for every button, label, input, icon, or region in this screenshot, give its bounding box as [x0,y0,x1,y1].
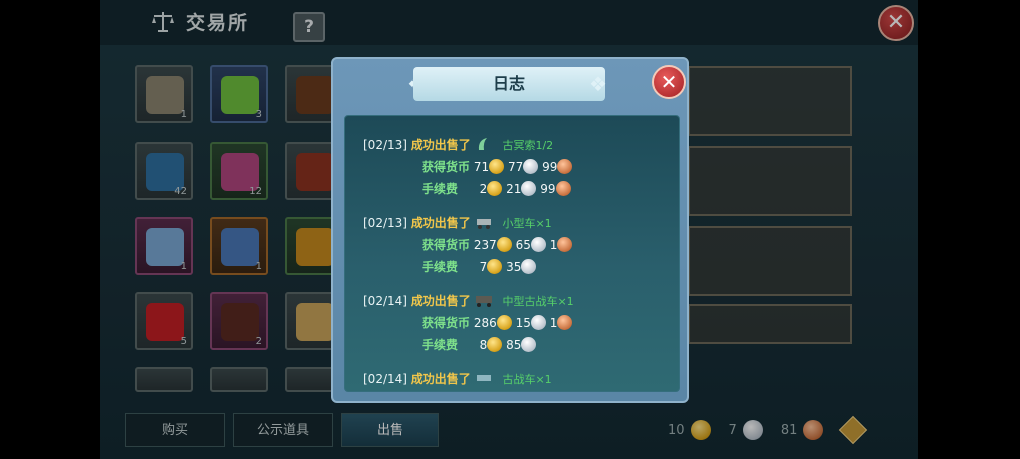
dialog-title: 日志 [413,67,605,101]
earned-copper: 1 [549,316,558,330]
log-item-name: 小型车×1 [502,217,552,230]
earned-silver: 65 [515,238,531,252]
cart-item-icon [476,219,491,229]
earned-gold: 286 [473,316,497,330]
log-entry-header: [02/14] 成功出售了 古战车×1 [363,368,663,390]
silver-coin-icon [530,237,546,252]
log-date: [02/13] [363,138,407,152]
wagon-item-icon [475,296,492,307]
log-entry: [02/14] 成功出售了 中型古战车×1 获得货币 286 15 1 手续费 … [363,290,663,356]
copper-coin-icon [557,237,573,252]
earned-copper: 1 [549,238,558,252]
log-dialog: ❖ 日志 ❖ ✕ [02/13] 成功出售了 古冥索1/2 获得货币 71 77… [331,57,689,403]
log-list[interactable]: [02/13] 成功出售了 古冥索1/2 获得货币 71 77 99 手续费 2… [344,115,680,392]
copper-coin-icon [557,315,573,330]
sickle-item-icon [478,138,487,150]
silver-coin-icon [523,159,539,174]
log-earned: 获得货币 237 65 1 [363,234,663,256]
fee-silver: 21 [506,182,522,196]
log-fee: 手续费 8 85 [363,334,663,356]
log-fee: 手续费 2 21 99 [363,178,663,200]
log-action: 成功出售了 [410,216,471,230]
silver-coin-icon [521,259,537,274]
log-entry-header: [02/13] 成功出售了 小型车×1 [363,212,663,234]
log-entry: [02/13] 成功出售了 古冥索1/2 获得货币 71 77 99 手续费 2… [363,134,663,200]
log-item-name: 古战车×1 [502,373,552,386]
log-entry: [02/13] 成功出售了 小型车×1 获得货币 237 65 1 手续费 7 … [363,212,663,278]
log-earned: 获得货币 71 77 99 [363,156,663,178]
fee-gold: 7 [479,260,488,274]
earned-copper: 99 [542,160,558,174]
silver-coin-icon [521,337,537,352]
fee-label: 手续费 [422,338,459,352]
log-date: [02/14] [363,294,407,308]
log-date: [02/14] [363,372,407,386]
earned-gold: 71 [473,160,490,174]
fee-gold: 8 [479,338,488,352]
log-action: 成功出售了 [410,138,471,152]
fee-copper: 99 [540,182,556,196]
gold-coin-icon [487,181,503,196]
log-action: 成功出售了 [410,372,471,386]
log-action: 成功出售了 [410,294,471,308]
log-fee: 手续费 7 35 [363,256,663,278]
earned-label: 获得货币 [422,238,471,252]
silver-coin-icon [521,181,537,196]
fee-silver: 85 [506,338,522,352]
fee-silver: 35 [506,260,522,274]
earned-silver: 77 [507,160,524,174]
gold-coin-icon [496,237,512,252]
log-item-name: 中型古战车×1 [502,295,574,308]
log-entry-header: [02/14] 成功出售了 中型古战车×1 [363,290,663,312]
earned-label: 获得货币 [422,160,471,174]
ornament-right-icon: ❖ [589,72,607,96]
earned-gold: 237 [473,238,497,252]
silver-coin-icon [530,315,546,330]
fee-gold: 2 [479,182,488,196]
log-entry: [02/14] 成功出售了 古战车×1 [363,368,663,390]
gold-coin-icon [487,259,503,274]
log-entry-header: [02/13] 成功出售了 古冥索1/2 [363,134,663,156]
copper-coin-icon [555,181,571,196]
log-earned: 获得货币 286 15 1 [363,312,663,334]
fee-label: 手续费 [422,260,459,274]
log-date: [02/13] [363,216,407,230]
gold-coin-icon [496,315,512,330]
dialog-close-button[interactable]: ✕ [652,65,686,99]
fee-label: 手续费 [422,182,459,196]
earned-silver: 15 [515,316,531,330]
gold-coin-icon [489,159,505,174]
earned-label: 获得货币 [422,316,471,330]
chariot-item-icon [476,375,491,381]
log-item-name: 古冥索1/2 [502,139,554,152]
copper-coin-icon [557,159,573,174]
gold-coin-icon [487,337,503,352]
